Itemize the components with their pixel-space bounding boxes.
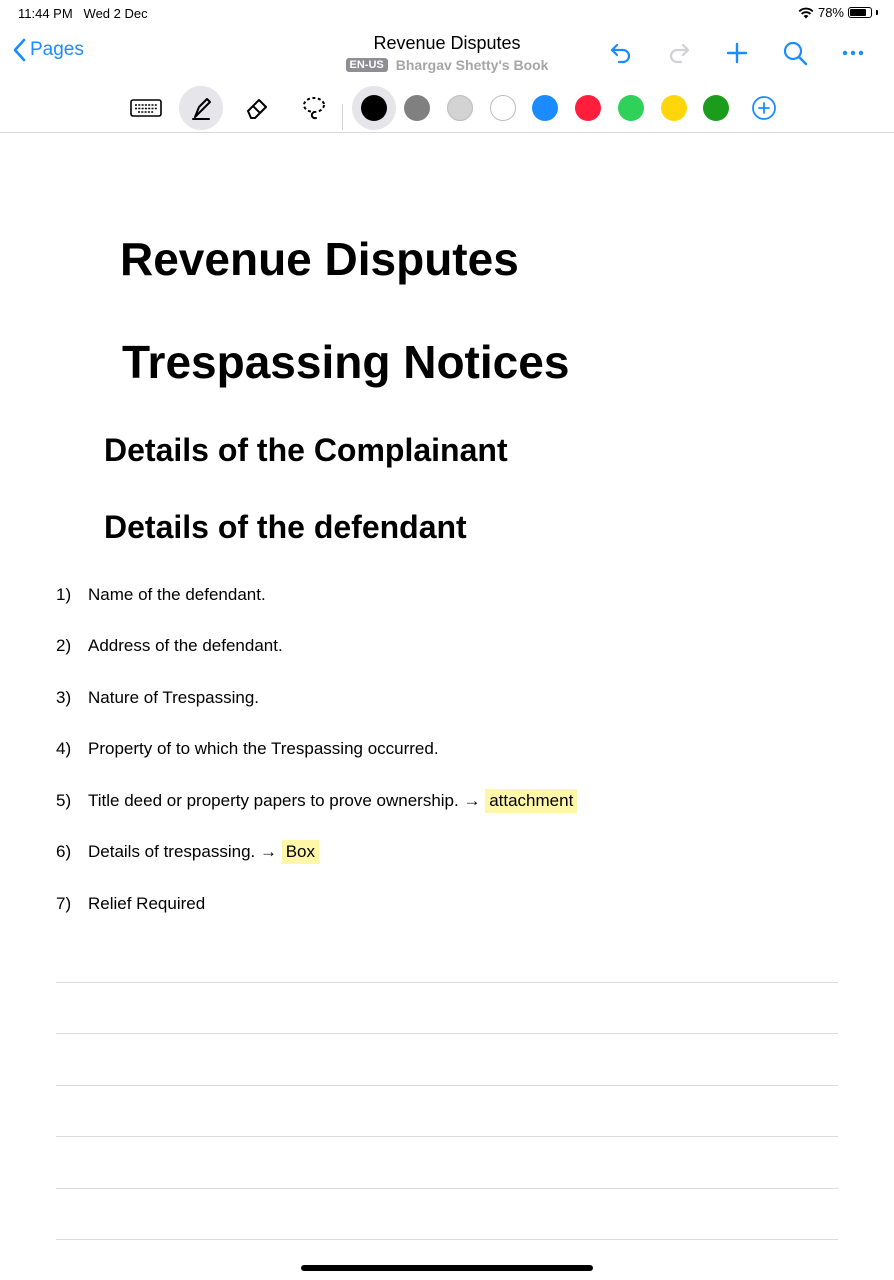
toolbar-separator bbox=[0, 132, 894, 133]
status-bar: 11:44 PM Wed 2 Dec 78% bbox=[0, 0, 894, 26]
book-name[interactable]: Bhargav Shetty's Book bbox=[396, 57, 549, 73]
list-number: 7) bbox=[56, 894, 72, 913]
list-text: Address of the defendant. bbox=[88, 636, 283, 655]
list-number: 3) bbox=[56, 688, 72, 707]
list-item[interactable]: 6) Details of trespassing. → Box bbox=[56, 840, 319, 864]
list-text: Nature of Trespassing. bbox=[88, 688, 260, 707]
search-icon bbox=[783, 41, 808, 66]
list-number: 6) bbox=[56, 842, 72, 861]
keyboard-icon bbox=[130, 99, 162, 117]
ruled-line bbox=[56, 1085, 838, 1086]
ruled-line bbox=[56, 982, 838, 983]
list-number: 1) bbox=[56, 585, 72, 604]
battery-fill bbox=[850, 9, 866, 16]
battery-percent: 78% bbox=[817, 5, 844, 20]
language-badge[interactable]: EN-US bbox=[345, 58, 388, 72]
status-right: 78% bbox=[798, 5, 878, 20]
battery-icon bbox=[848, 7, 872, 18]
list-item[interactable]: 3) Nature of Trespassing. bbox=[56, 688, 259, 708]
ruled-line bbox=[56, 1033, 838, 1034]
home-indicator[interactable] bbox=[301, 1265, 593, 1271]
ruled-line bbox=[56, 1136, 838, 1137]
lasso-tool[interactable] bbox=[292, 86, 336, 130]
list-number: 4) bbox=[56, 739, 72, 758]
clock: 11:44 PM bbox=[18, 6, 73, 21]
color-yellow[interactable] bbox=[661, 95, 687, 121]
color-dark-green[interactable] bbox=[703, 95, 729, 121]
color-white[interactable] bbox=[490, 95, 516, 121]
nav-actions bbox=[604, 38, 870, 68]
lasso-icon bbox=[303, 97, 325, 120]
eraser-tool[interactable] bbox=[235, 86, 279, 130]
list-item[interactable]: 7) Relief Required bbox=[56, 894, 205, 914]
heading-trespassing-notices[interactable]: Trespassing Notices bbox=[122, 335, 569, 389]
color-green[interactable] bbox=[618, 95, 644, 121]
more-icon bbox=[842, 50, 864, 56]
list-text: Title deed or property papers to prove o… bbox=[88, 791, 486, 810]
plus-icon bbox=[726, 42, 748, 64]
keyboard-tool[interactable] bbox=[124, 86, 168, 130]
wifi-icon bbox=[798, 7, 814, 18]
list-text: Relief Required bbox=[88, 894, 206, 913]
heading-complainant[interactable]: Details of the Complainant bbox=[104, 432, 508, 469]
color-black[interactable] bbox=[361, 95, 387, 121]
undo-button[interactable] bbox=[604, 38, 638, 68]
pen-tool[interactable] bbox=[179, 86, 223, 130]
add-circle-icon bbox=[752, 96, 776, 120]
ruled-line bbox=[56, 1188, 838, 1189]
list-item[interactable]: 4) Property of to which the Trespassing … bbox=[56, 739, 439, 759]
search-button[interactable] bbox=[778, 38, 812, 68]
status-time: 11:44 PM Wed 2 Dec bbox=[18, 6, 148, 21]
color-light-gray[interactable] bbox=[447, 95, 473, 121]
heading-defendant[interactable]: Details of the defendant bbox=[104, 509, 467, 546]
color-gray[interactable] bbox=[404, 95, 430, 121]
heading-revenue-disputes[interactable]: Revenue Disputes bbox=[120, 232, 519, 286]
more-button[interactable] bbox=[836, 38, 870, 68]
highlight-attachment[interactable]: attachment bbox=[485, 789, 578, 813]
list-item[interactable]: 1) Name of the defendant. bbox=[56, 585, 266, 605]
list-text: Property of to which the Trespassing occ… bbox=[88, 739, 439, 758]
toolbar-divider bbox=[342, 104, 343, 130]
list-number: 2) bbox=[56, 636, 72, 655]
battery-cap bbox=[876, 10, 878, 15]
list-text: Name of the defendant. bbox=[88, 585, 266, 604]
list-text: Details of trespassing. → bbox=[88, 842, 282, 861]
color-blue[interactable] bbox=[532, 95, 558, 121]
pen-icon bbox=[192, 98, 211, 120]
eraser-icon bbox=[247, 99, 267, 119]
add-page-button[interactable] bbox=[720, 38, 754, 68]
list-number: 5) bbox=[56, 791, 72, 810]
ruled-line bbox=[56, 1239, 838, 1240]
redo-button[interactable] bbox=[662, 38, 696, 68]
add-color-button[interactable] bbox=[751, 95, 777, 121]
redo-icon bbox=[669, 43, 690, 64]
highlight-box[interactable]: Box bbox=[281, 840, 319, 864]
list-item[interactable]: 2) Address of the defendant. bbox=[56, 636, 283, 656]
date: Wed 2 Dec bbox=[83, 6, 148, 21]
color-red[interactable] bbox=[575, 95, 601, 121]
list-item[interactable]: 5) Title deed or property papers to prov… bbox=[56, 789, 578, 813]
nav-bar: Pages Revenue Disputes EN-US Bhargav She… bbox=[0, 28, 894, 80]
drawing-toolbar bbox=[0, 84, 894, 130]
undo-icon bbox=[610, 43, 631, 64]
